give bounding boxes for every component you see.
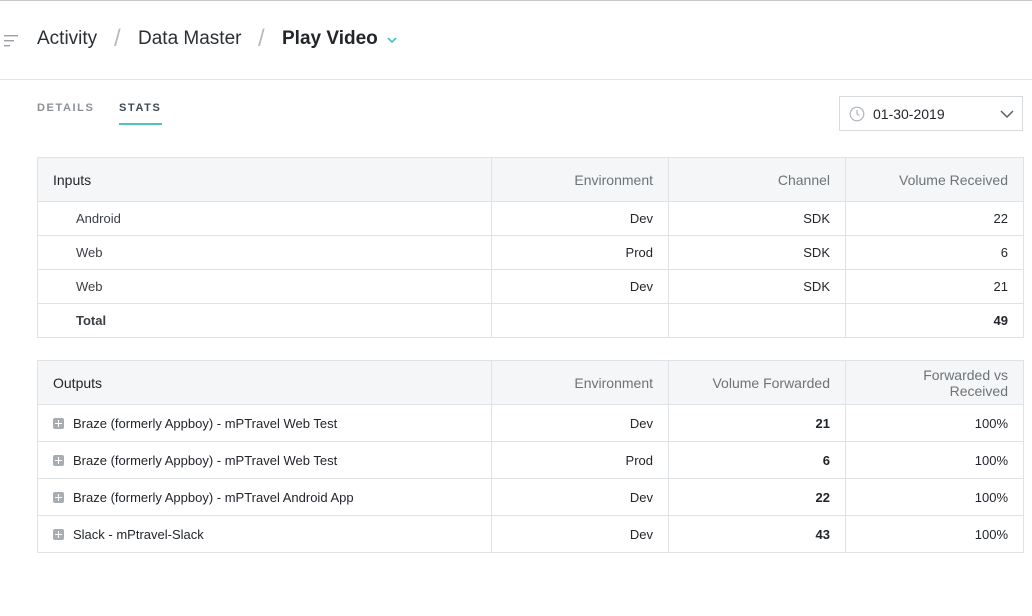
volume-forwarded-cell: 43 — [668, 515, 846, 553]
expand-icon[interactable] — [53, 417, 64, 429]
column-header: Volume Received — [845, 157, 1024, 202]
breadcrumb-separator: / — [114, 25, 121, 52]
environment-cell: Dev — [491, 269, 669, 304]
chevron-down-icon[interactable] — [386, 34, 398, 46]
output-name: Braze (formerly Appboy) - mPTravel Web T… — [73, 452, 338, 468]
input-name: Android — [37, 201, 492, 236]
environment-cell: Dev — [491, 404, 669, 442]
output-name-cell: Braze (formerly Appboy) - mPTravel Andro… — [37, 478, 492, 516]
date-picker[interactable]: 01-30-2019 — [839, 96, 1023, 131]
table-row: Braze (formerly Appboy) - mPTravel Andro… — [37, 478, 1024, 516]
menu-icon[interactable] — [4, 34, 20, 48]
total-row: Total 49 — [37, 303, 1024, 338]
active-tab-indicator — [119, 123, 162, 125]
column-header: Inputs — [37, 157, 492, 202]
output-name-cell: Braze (formerly Appboy) - mPTravel Web T… — [37, 441, 492, 479]
volume-received-cell: 21 — [845, 269, 1024, 304]
column-header: Environment — [491, 360, 669, 405]
page-header: Activity / Data Master / Play Video — [0, 1, 1032, 80]
forwarded-ratio-cell: 100% — [845, 515, 1024, 553]
volume-forwarded-cell: 21 — [668, 404, 846, 442]
column-header: Forwarded vs Received — [845, 360, 1024, 405]
table-row: Braze (formerly Appboy) - mPTravel Web T… — [37, 404, 1024, 442]
volume-received-cell: 22 — [845, 201, 1024, 236]
output-name: Slack - mPtravel-Slack — [73, 526, 204, 542]
expand-icon[interactable] — [53, 491, 64, 503]
tab-stats[interactable]: STATS — [119, 102, 161, 114]
column-header: Channel — [668, 157, 846, 202]
environment-cell: Dev — [491, 478, 669, 516]
table-header-row: Outputs Environment Volume Forwarded For… — [37, 360, 1024, 405]
input-name: Web — [37, 235, 492, 270]
table-header-row: Inputs Environment Channel Volume Receiv… — [37, 157, 1024, 202]
channel-cell: SDK — [668, 269, 846, 304]
inputs-table: Inputs Environment Channel Volume Receiv… — [37, 157, 1024, 338]
table-row: Braze (formerly Appboy) - mPTravel Web T… — [37, 441, 1024, 479]
channel-cell: SDK — [668, 201, 846, 236]
channel-cell: SDK — [668, 235, 846, 270]
output-name: Braze (formerly Appboy) - mPTravel Andro… — [73, 489, 354, 505]
volume-received-cell: 6 — [845, 235, 1024, 270]
output-name-cell: Braze (formerly Appboy) - mPTravel Web T… — [37, 404, 492, 442]
volume-forwarded-cell: 6 — [668, 441, 846, 479]
expand-icon[interactable] — [53, 454, 64, 466]
output-name-cell: Slack - mPtravel-Slack — [37, 515, 492, 553]
input-name: Web — [37, 269, 492, 304]
expand-icon[interactable] — [53, 528, 64, 540]
forwarded-ratio-cell: 100% — [845, 441, 1024, 479]
table-row: Slack - mPtravel-Slack Dev 43 100% — [37, 515, 1024, 553]
column-header: Environment — [491, 157, 669, 202]
output-name: Braze (formerly Appboy) - mPTravel Web T… — [73, 415, 338, 431]
empty-cell — [668, 303, 846, 338]
tab-details[interactable]: DETAILS — [37, 102, 94, 114]
table-row: Web Prod SDK 6 — [37, 235, 1024, 270]
table-row: Android Dev SDK 22 — [37, 201, 1024, 236]
breadcrumb-separator: / — [258, 25, 265, 52]
total-value: 49 — [845, 303, 1024, 338]
date-value: 01-30-2019 — [873, 106, 945, 122]
outputs-table: Outputs Environment Volume Forwarded For… — [37, 360, 1024, 553]
environment-cell: Prod — [491, 235, 669, 270]
forwarded-ratio-cell: 100% — [845, 404, 1024, 442]
total-label: Total — [37, 303, 492, 338]
environment-cell: Dev — [491, 201, 669, 236]
column-header: Volume Forwarded — [668, 360, 846, 405]
chevron-down-icon — [1000, 110, 1014, 119]
clock-icon — [849, 106, 865, 122]
environment-cell: Dev — [491, 515, 669, 553]
volume-forwarded-cell: 22 — [668, 478, 846, 516]
environment-cell: Prod — [491, 441, 669, 479]
breadcrumb-activity[interactable]: Activity — [37, 28, 97, 50]
column-header: Outputs — [37, 360, 492, 405]
breadcrumb-data-master[interactable]: Data Master — [138, 28, 241, 50]
table-row: Web Dev SDK 21 — [37, 269, 1024, 304]
empty-cell — [491, 303, 669, 338]
breadcrumb-current[interactable]: Play Video — [282, 28, 378, 50]
forwarded-ratio-cell: 100% — [845, 478, 1024, 516]
